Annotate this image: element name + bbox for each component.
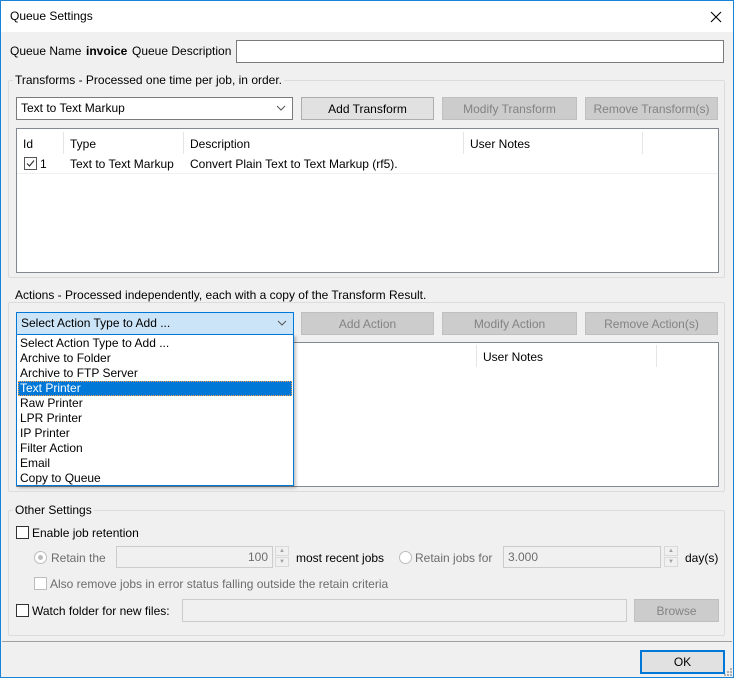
retain-days-spinner[interactable]: ▲ ▼ [664,546,678,568]
column-header-user-notes[interactable]: User Notes [464,132,643,154]
modify-action-button[interactable]: Modify Action [442,312,577,335]
title-bar: Queue Settings [1,1,733,32]
close-icon [710,11,722,22]
resize-grip-icon[interactable] [724,668,733,677]
dropdown-option[interactable]: LPR Printer [18,411,292,426]
modify-transform-button[interactable]: Modify Transform [442,97,577,120]
close-button[interactable] [699,1,733,32]
column-header-description[interactable]: Description [184,132,464,154]
remove-transform-button[interactable]: Remove Transform(s) [585,97,718,120]
transforms-group-title: Transforms - Processed one time per job,… [13,73,284,87]
retain-days-radio[interactable] [399,551,412,564]
transforms-list-header: Id Type Description User Notes [17,129,718,154]
add-action-button[interactable]: Add Action [301,312,434,335]
action-type-select[interactable]: Select Action Type to Add ... [16,312,294,335]
retain-count-radio[interactable] [34,551,47,564]
retain-days-input[interactable]: 3.000 [503,546,661,568]
queue-name-value: invoice [86,44,128,58]
most-recent-jobs-label: most recent jobs [296,551,385,565]
transform-type-select[interactable]: Text to Text Markup [16,97,293,120]
chevron-down-icon [276,105,286,111]
retain-count-spinner[interactable]: ▲ ▼ [275,546,289,568]
spin-up-icon[interactable]: ▲ [275,546,289,556]
column-header-type[interactable]: Type [64,132,184,154]
footer-separator [2,641,732,642]
browse-button[interactable]: Browse [634,599,719,622]
dropdown-option[interactable]: Select Action Type to Add ... [18,336,292,351]
enable-retention-label: Enable job retention [32,526,139,540]
column-header-id[interactable]: Id [17,132,64,154]
transform-type-value: Text to Text Markup [21,101,125,115]
also-remove-label: Also remove jobs in error status falling… [50,577,389,591]
spin-up-icon[interactable]: ▲ [664,546,678,556]
add-transform-button[interactable]: Add Transform [301,97,434,120]
dropdown-option[interactable]: Copy to Queue [18,471,292,486]
table-row[interactable]: 1 Text to Text Markup Convert Plain Text… [17,154,718,174]
retain-the-label: Retain the [51,551,106,565]
row-id: 1 [40,157,47,171]
dropdown-option[interactable]: Archive to FTP Server [18,366,292,381]
dropdown-option-highlighted[interactable]: Text Printer [18,381,292,396]
checkmark-icon [26,160,35,167]
remove-action-button[interactable]: Remove Action(s) [585,312,718,335]
retain-jobs-for-label: Retain jobs for [415,551,493,565]
watch-folder-label: Watch folder for new files: [32,604,170,618]
watch-folder-input[interactable] [182,599,627,622]
ok-button[interactable]: OK [640,650,725,674]
row-type: Text to Text Markup [70,157,174,171]
action-type-dropdown-list[interactable]: Select Action Type to Add ... Archive to… [16,334,294,486]
transforms-list[interactable]: Id Type Description User Notes 1 Text to… [16,128,719,273]
dropdown-option[interactable]: IP Printer [18,426,292,441]
window-title: Queue Settings [10,9,93,23]
queue-description-label: Queue Description [132,44,232,58]
dropdown-option[interactable]: Raw Printer [18,396,292,411]
dropdown-option[interactable]: Email [18,456,292,471]
queue-settings-dialog: Queue Settings Queue Name invoice Queue … [0,0,734,678]
spin-down-icon[interactable]: ▼ [664,557,678,567]
column-header-user-notes[interactable]: User Notes [477,345,657,367]
dropdown-option[interactable]: Filter Action [18,441,292,456]
enable-retention-checkbox[interactable] [16,526,29,539]
other-settings-group-title: Other Settings [13,503,94,517]
also-remove-checkbox[interactable] [34,577,47,590]
queue-name-label: Queue Name [10,44,82,58]
spin-down-icon[interactable]: ▼ [275,557,289,567]
chevron-down-icon [277,320,287,326]
retain-count-input[interactable]: 100 [116,546,273,568]
actions-group-title: Actions - Processed independently, each … [13,288,429,302]
dropdown-option[interactable]: Archive to Folder [18,351,292,366]
days-label: day(s) [685,551,719,565]
queue-description-input[interactable] [236,40,724,63]
watch-folder-checkbox[interactable] [16,604,29,617]
row-description: Convert Plain Text to Text Markup (rf5). [190,157,398,171]
action-type-value: Select Action Type to Add ... [21,316,171,330]
row-checkbox[interactable] [24,157,37,170]
